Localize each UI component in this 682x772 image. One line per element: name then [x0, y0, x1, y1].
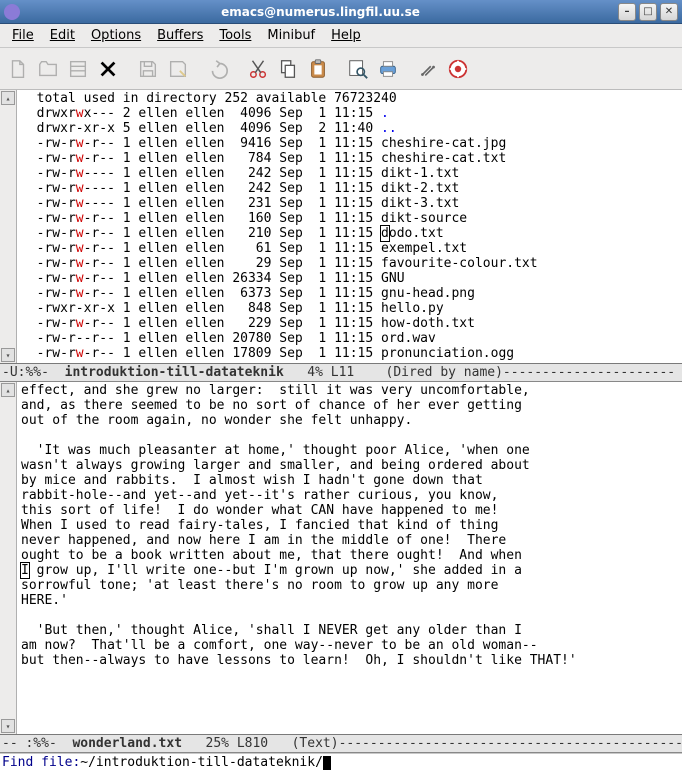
- dired-buffer[interactable]: total used in directory 252 available 76…: [17, 90, 682, 363]
- open-folder-icon[interactable]: [34, 55, 62, 83]
- close-window-button[interactable]: [660, 3, 678, 21]
- editor-area: ▴ ▾ total used in directory 252 availabl…: [0, 90, 682, 772]
- scrollbar-top-left[interactable]: ▴ ▾: [0, 90, 17, 363]
- menu-tools[interactable]: Tools: [211, 26, 259, 45]
- undo-icon[interactable]: [204, 55, 232, 83]
- menubar: File Edit Options Buffers Tools Minibuf …: [0, 24, 682, 48]
- scroll-up-arrow-icon[interactable]: ▴: [1, 91, 15, 105]
- help-icon[interactable]: [444, 55, 472, 83]
- menu-buffers[interactable]: Buffers: [149, 26, 211, 45]
- cursor: [323, 756, 331, 770]
- maximize-button[interactable]: [639, 3, 657, 21]
- text-buffer[interactable]: effect, and she grew no larger: still it…: [17, 382, 682, 734]
- dired-icon[interactable]: [64, 55, 92, 83]
- kill-buffer-icon[interactable]: [94, 55, 122, 83]
- minibuffer[interactable]: Find file: ~/introduktion-till-datatekni…: [0, 753, 682, 772]
- search-icon[interactable]: [344, 55, 372, 83]
- save-as-icon[interactable]: [164, 55, 192, 83]
- modeline-text[interactable]: -- :%%- wonderland.txt 25% L810 (Text)--…: [0, 734, 682, 753]
- scrollbar-bottom-left[interactable]: ▴ ▾: [0, 382, 17, 734]
- scroll-down-arrow-icon[interactable]: ▾: [1, 348, 15, 362]
- menu-minibuf[interactable]: Minibuf: [259, 26, 323, 45]
- paste-icon[interactable]: [304, 55, 332, 83]
- menu-help[interactable]: Help: [323, 26, 369, 45]
- print-icon[interactable]: [374, 55, 402, 83]
- minimize-button[interactable]: [618, 3, 636, 21]
- copy-icon[interactable]: [274, 55, 302, 83]
- window-title: emacs@numerus.lingfil.uu.se: [26, 5, 615, 19]
- cut-icon[interactable]: [244, 55, 272, 83]
- new-file-icon[interactable]: [4, 55, 32, 83]
- minibuffer-input[interactable]: ~/introduktion-till-datateknik/: [80, 754, 323, 772]
- scroll-up-arrow-icon[interactable]: ▴: [1, 383, 15, 397]
- modeline-dired[interactable]: -U:%%- introduktion-till-datateknik 4% L…: [0, 363, 682, 382]
- menu-options[interactable]: Options: [83, 26, 149, 45]
- preferences-icon[interactable]: [414, 55, 442, 83]
- menu-file[interactable]: File: [4, 26, 42, 45]
- minibuffer-prompt: Find file:: [2, 754, 80, 772]
- scroll-down-arrow-icon[interactable]: ▾: [1, 719, 15, 733]
- titlebar: emacs@numerus.lingfil.uu.se: [0, 0, 682, 24]
- save-icon[interactable]: [134, 55, 162, 83]
- emacs-app-icon: [4, 4, 20, 20]
- menu-edit[interactable]: Edit: [42, 26, 83, 45]
- toolbar: [0, 48, 682, 90]
